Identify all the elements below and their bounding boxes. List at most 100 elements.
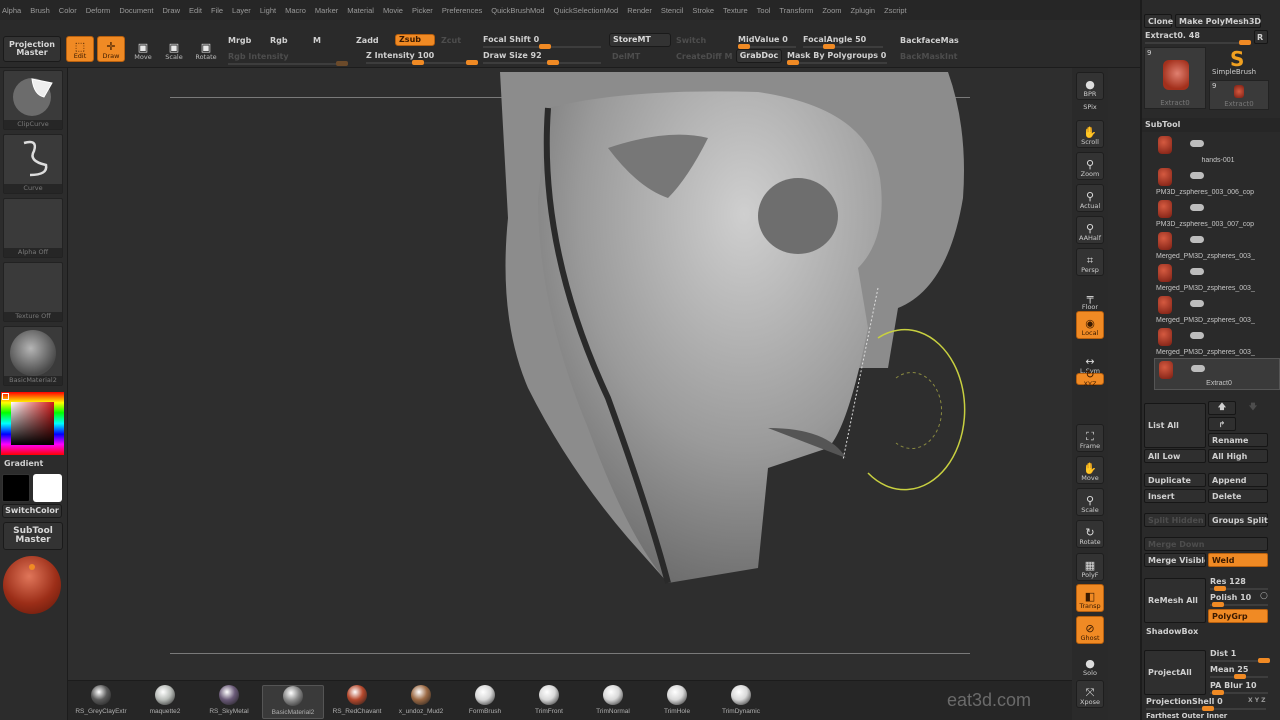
mask-by-polygroups-slider[interactable]: Mask By Polygroups 0 bbox=[787, 51, 886, 60]
menu-macro[interactable]: Macro bbox=[285, 6, 306, 15]
backface-mask-button[interactable]: BackfaceMas bbox=[900, 36, 959, 45]
menu-brush[interactable]: Brush bbox=[30, 6, 50, 15]
mean-track[interactable] bbox=[1210, 674, 1268, 679]
delmt-button[interactable]: DelMT bbox=[612, 52, 640, 61]
polish-slider[interactable]: Polish 10 bbox=[1210, 593, 1251, 602]
polygrp-toggle[interactable]: PolyGrp bbox=[1208, 609, 1268, 623]
subtool-visibility-toggle[interactable] bbox=[1190, 236, 1204, 243]
color-saturation-square[interactable] bbox=[11, 402, 54, 445]
split-hidden-button[interactable]: Split Hidden bbox=[1144, 513, 1206, 527]
focal-shift-slider[interactable]: Focal Shift 0 bbox=[483, 35, 539, 44]
tool-slider[interactable]: Extract0. 48 bbox=[1145, 31, 1200, 40]
dock-ghost-button[interactable]: ⊘ Ghost bbox=[1076, 616, 1104, 644]
subtool-header[interactable]: SubTool bbox=[1142, 118, 1280, 132]
material-trimnormal[interactable]: TrimNormal bbox=[582, 685, 644, 719]
subtool-visibility-toggle[interactable] bbox=[1190, 268, 1204, 275]
remesh-all-button[interactable]: ReMesh All bbox=[1144, 578, 1206, 623]
dock-xyz-button[interactable]: ↻ XYZ bbox=[1076, 369, 1104, 388]
dock-scale-button[interactable]: ⚲ Scale bbox=[1076, 488, 1104, 516]
midvalue-slider[interactable]: MidValue 0 bbox=[738, 35, 788, 44]
menu-edit[interactable]: Edit bbox=[189, 6, 202, 15]
menu-tool[interactable]: Tool bbox=[757, 6, 771, 15]
menu-material[interactable]: Material bbox=[347, 6, 374, 15]
menu-transform[interactable]: Transform bbox=[779, 6, 813, 15]
color-picker[interactable] bbox=[1, 392, 64, 455]
subtool-item[interactable]: hands-001 bbox=[1154, 134, 1280, 166]
mrgb-button[interactable]: Mrgb bbox=[228, 36, 251, 45]
subtool-visibility-toggle[interactable] bbox=[1190, 204, 1204, 211]
material-rs_skymetal[interactable]: RS_SkyMetal bbox=[198, 685, 260, 719]
delete-button[interactable]: Delete bbox=[1208, 489, 1268, 503]
menu-zoom[interactable]: Zoom bbox=[822, 6, 841, 15]
menu-picker[interactable]: Picker bbox=[412, 6, 433, 15]
projection-master-button[interactable]: Projection Master bbox=[3, 36, 61, 62]
scale-button[interactable]: ▣ Scale bbox=[161, 36, 187, 62]
material-formbrush[interactable]: FormBrush bbox=[454, 685, 516, 719]
subtool-item[interactable]: Merged_PM3D_zspheres_003_ bbox=[1154, 294, 1280, 326]
dock-xpose-button[interactable]: ⤧ Xpose bbox=[1076, 680, 1104, 708]
append-button[interactable]: Append bbox=[1208, 473, 1268, 487]
menu-texture[interactable]: Texture bbox=[723, 6, 748, 15]
menu-alpha[interactable]: Alpha bbox=[2, 6, 21, 15]
dock-persp-button[interactable]: ⌗ Persp bbox=[1076, 248, 1104, 276]
r-button[interactable]: R bbox=[1254, 30, 1268, 44]
draw-size-track[interactable] bbox=[483, 60, 601, 65]
menu-render[interactable]: Render bbox=[627, 6, 652, 15]
z-intensity-slider[interactable]: Z Intensity 100 bbox=[366, 51, 434, 60]
dock-scroll-button[interactable]: ✋ Scroll bbox=[1076, 120, 1104, 148]
clone-button[interactable]: Clone bbox=[1144, 14, 1173, 28]
weld-toggle[interactable]: Weld bbox=[1208, 553, 1268, 567]
insert-button[interactable]: Insert bbox=[1144, 489, 1206, 503]
menu-document[interactable]: Document bbox=[119, 6, 153, 15]
focal-angle-slider[interactable]: FocalAngle 50 bbox=[803, 35, 866, 44]
merge-visible-button[interactable]: Merge Visible bbox=[1144, 553, 1206, 567]
menu-layer[interactable]: Layer bbox=[232, 6, 251, 15]
material-thumbnail[interactable]: BasicMaterial2 bbox=[3, 326, 63, 386]
projection-shell-track[interactable] bbox=[1146, 706, 1266, 711]
zsub-button[interactable]: Zsub bbox=[395, 34, 435, 46]
midvalue-track[interactable] bbox=[738, 44, 796, 49]
projection-shell-slider[interactable]: ProjectionShell 0 bbox=[1146, 697, 1223, 706]
dock-spix-button[interactable]: SPix bbox=[1076, 98, 1104, 112]
subtool-visibility-toggle[interactable] bbox=[1191, 365, 1205, 372]
dock-floor-button[interactable]: ╤ Floor bbox=[1076, 284, 1104, 312]
move-down-button[interactable]: 🡇 bbox=[1239, 401, 1267, 415]
farthest-outer-inner-options[interactable]: Farthest Outer Inner bbox=[1146, 712, 1227, 720]
dock-frame-button[interactable]: ⛶ Frame bbox=[1076, 424, 1104, 452]
arrow-turn-button[interactable]: ↱ bbox=[1208, 417, 1236, 431]
stroke-thumbnail[interactable]: Curve bbox=[3, 134, 63, 194]
edit-button[interactable]: ⬚ Edit bbox=[66, 36, 94, 62]
subtool-item[interactable]: Merged_PM3D_zspheres_003_ bbox=[1154, 262, 1280, 294]
project-all-button[interactable]: ProjectAll bbox=[1144, 650, 1206, 695]
dock-actual-button[interactable]: ⚲ Actual bbox=[1076, 184, 1104, 212]
dock-move-button[interactable]: ✋ Move bbox=[1076, 456, 1104, 484]
xyz-axis-toggle[interactable]: X Y Z bbox=[1248, 697, 1266, 704]
menu-quickselectionmod[interactable]: QuickSelectionMod bbox=[554, 6, 619, 15]
grabdoc-button[interactable]: GrabDoc bbox=[736, 49, 782, 63]
dock-solo-button[interactable]: ● Solo bbox=[1076, 650, 1104, 678]
material-trimhole[interactable]: TrimHole bbox=[646, 685, 708, 719]
dock-bpr-button[interactable]: ● BPR bbox=[1076, 72, 1104, 100]
menu-zscript[interactable]: Zscript bbox=[884, 6, 907, 15]
material-rs_redchavant[interactable]: RS_RedChavant bbox=[326, 685, 388, 719]
rename-button[interactable]: Rename bbox=[1208, 433, 1268, 447]
draw-size-slider[interactable]: Draw Size 92 bbox=[483, 51, 542, 60]
texture-thumbnail[interactable]: Texture Off bbox=[3, 262, 63, 322]
switch-color-button[interactable]: SwitchColor bbox=[2, 504, 62, 518]
material-rs_greyclayextr[interactable]: RS_GreyClayExtr bbox=[70, 685, 132, 719]
material-maquette2[interactable]: maquette2 bbox=[134, 685, 196, 719]
dock-rotate-button[interactable]: ↻ Rotate bbox=[1076, 520, 1104, 548]
menu-color[interactable]: Color bbox=[59, 6, 77, 15]
all-low-button[interactable]: All Low bbox=[1144, 449, 1206, 463]
duplicate-button[interactable]: Duplicate bbox=[1144, 473, 1206, 487]
subtool-master-button[interactable]: SubTool Master bbox=[3, 522, 63, 550]
subtool-item[interactable]: Merged_PM3D_zspheres_003_ bbox=[1154, 326, 1280, 358]
rotate-button[interactable]: ▣ Rotate bbox=[193, 36, 219, 62]
mask-by-polygroups-track[interactable] bbox=[787, 60, 887, 65]
dist-track[interactable] bbox=[1210, 658, 1270, 663]
pa-blur-track[interactable] bbox=[1210, 690, 1268, 695]
dock-aahalf-button[interactable]: ⚲ AAHalf bbox=[1076, 216, 1104, 244]
rgb-intensity-slider[interactable]: Rgb Intensity bbox=[228, 52, 289, 61]
dist-slider[interactable]: Dist 1 bbox=[1210, 649, 1236, 658]
pa-blur-slider[interactable]: PA Blur 10 bbox=[1210, 681, 1257, 690]
